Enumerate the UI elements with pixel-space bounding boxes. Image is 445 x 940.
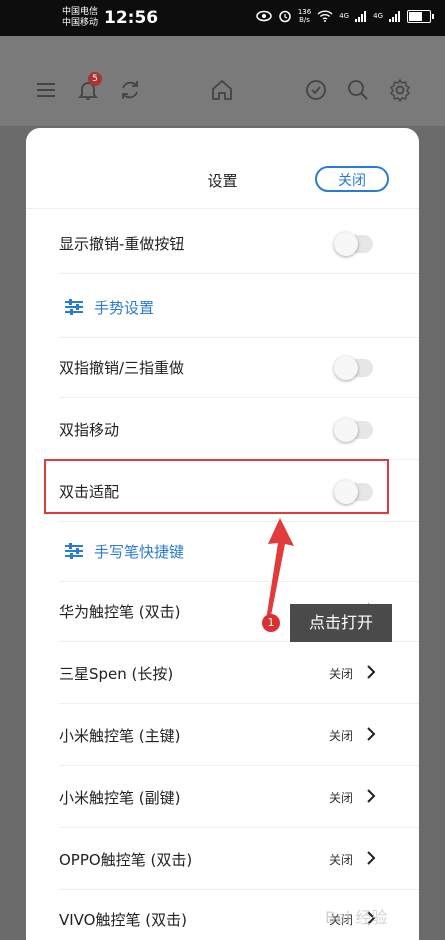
row-divider (59, 273, 419, 274)
home-icon[interactable] (210, 78, 234, 102)
toggle-row[interactable]: 双指撤销/三指重做 (26, 336, 419, 398)
battery-icon (407, 9, 434, 23)
search-icon[interactable] (346, 78, 370, 102)
tip-label: 点击打开 (290, 604, 392, 642)
chevron-right-icon (367, 665, 376, 679)
row-value: 关闭 (328, 667, 353, 681)
row-label: 双指移动 (59, 421, 120, 439)
toggle-switch[interactable] (334, 418, 373, 442)
signal-icon-2 (389, 10, 400, 22)
section-header: 手写笔快捷键 (26, 520, 419, 582)
toggle-row[interactable]: 双指移动 (26, 398, 419, 460)
net-speed-unit: B/s (299, 16, 310, 24)
clock: 12:56 (104, 8, 159, 28)
toggle-knob (334, 232, 358, 256)
settings-sheet: 设置 关闭 显示撤销-重做按钮 手势设置 双指撤销/三指重做 双指移动 双击适配 手写笔快… (26, 128, 419, 940)
row-label: 显示撤销-重做按钮 (59, 235, 185, 253)
row-label: 双指撤销/三指重做 (59, 359, 185, 377)
wifi-icon (317, 10, 333, 22)
sliders-icon (65, 299, 83, 315)
row-label: 手写笔快捷键 (94, 543, 185, 561)
sync-icon[interactable] (118, 78, 142, 102)
signal-icon-1 (355, 10, 367, 22)
toggle-knob (334, 418, 358, 442)
setting-row[interactable]: OPPO触控笔 (双击) 关闭 (26, 828, 419, 890)
chevron-right-icon (367, 851, 376, 865)
chevron-right-icon (367, 789, 376, 803)
menu-icon[interactable] (34, 78, 58, 102)
eye-icon (256, 10, 272, 22)
row-value: 关闭 (328, 853, 353, 867)
row-label: 小米触控笔 (主键) (59, 727, 181, 745)
step-number-badge: 1 (262, 614, 280, 632)
row-label: 三星Spen (长按) (59, 665, 174, 683)
carrier-labels: 中国电信 中国移动 (62, 7, 98, 29)
carrier-2: 中国移动 (62, 18, 99, 28)
row-label: 小米触控笔 (副键) (59, 789, 181, 807)
notification-badge: 5 (88, 72, 102, 86)
close-button[interactable]: 关闭 (315, 166, 389, 192)
sheet-header: 设置 关闭 (26, 128, 419, 209)
highlight-box (44, 459, 389, 514)
setting-row[interactable]: 三星Spen (长按) 关闭 (26, 642, 419, 704)
section-header: 手势设置 (26, 276, 419, 338)
toggle-knob (334, 356, 358, 380)
watermark: Bai 经验 (325, 908, 388, 927)
setting-row[interactable]: 小米触控笔 (副键) 关闭 (26, 766, 419, 828)
sliders-icon (65, 543, 83, 559)
check-circle-icon[interactable] (304, 78, 328, 102)
gear-icon[interactable] (388, 78, 412, 103)
row-label: OPPO触控笔 (双击) (59, 851, 193, 869)
alarm-icon (279, 10, 291, 23)
row-label: 华为触控笔 (双击) (59, 603, 181, 621)
row-value: 关闭 (328, 729, 353, 743)
chevron-right-icon (367, 727, 376, 741)
carrier-1: 中国电信 (62, 7, 99, 17)
row-label: VIVO触控笔 (双击) (59, 911, 187, 929)
net-speed-value: 136 (297, 8, 312, 16)
toggle-switch[interactable] (334, 356, 373, 380)
app-toolbar: 5 (0, 36, 445, 126)
battery-fill (409, 11, 422, 21)
status-bar: 中国电信 中国移动 12:56 136 B/s 4G 4G (0, 0, 445, 36)
net-speed: 136 B/s (298, 8, 311, 24)
net-type-1: 4G (339, 12, 350, 20)
toggle-row[interactable]: 显示撤销-重做按钮 (26, 212, 419, 274)
toggle-switch[interactable] (334, 232, 373, 256)
setting-row[interactable]: 小米触控笔 (主键) 关闭 (26, 704, 419, 766)
row-label: 手势设置 (94, 299, 155, 317)
row-value: 关闭 (328, 791, 353, 805)
status-icons: 136 B/s 4G 4G (256, 8, 434, 24)
net-type-2: 4G (373, 12, 383, 20)
